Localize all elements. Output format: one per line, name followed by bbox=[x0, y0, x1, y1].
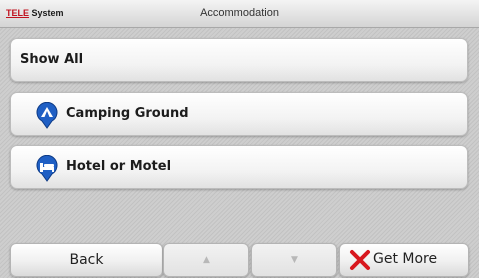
down-arrow-icon: ▼ bbox=[291, 255, 298, 265]
back-button[interactable]: Back bbox=[10, 243, 163, 277]
scroll-down-button[interactable]: ▼ bbox=[251, 243, 337, 277]
list-item-camping-ground[interactable]: Camping Ground bbox=[10, 92, 468, 136]
get-more-button[interactable]: Get More bbox=[339, 243, 469, 277]
get-more-label: Get More bbox=[373, 251, 438, 267]
list-item-show-all[interactable]: Show All bbox=[10, 38, 468, 82]
title-bar: TELE System Accommodation bbox=[0, 0, 479, 28]
camping-pin-icon bbox=[36, 102, 58, 129]
page-title: Accommodation bbox=[200, 7, 279, 19]
up-arrow-icon: ▲ bbox=[203, 255, 210, 265]
back-button-label: Back bbox=[69, 252, 104, 268]
list-item-label: Show All bbox=[20, 52, 84, 67]
list-item-label: Hotel or Motel bbox=[66, 159, 172, 174]
list-item-hotel-or-motel[interactable]: Hotel or Motel bbox=[10, 145, 468, 189]
list-item-label: Camping Ground bbox=[66, 106, 189, 121]
red-x-icon bbox=[350, 250, 370, 270]
hotel-pin-icon bbox=[36, 155, 58, 182]
scroll-up-button[interactable]: ▲ bbox=[163, 243, 249, 277]
